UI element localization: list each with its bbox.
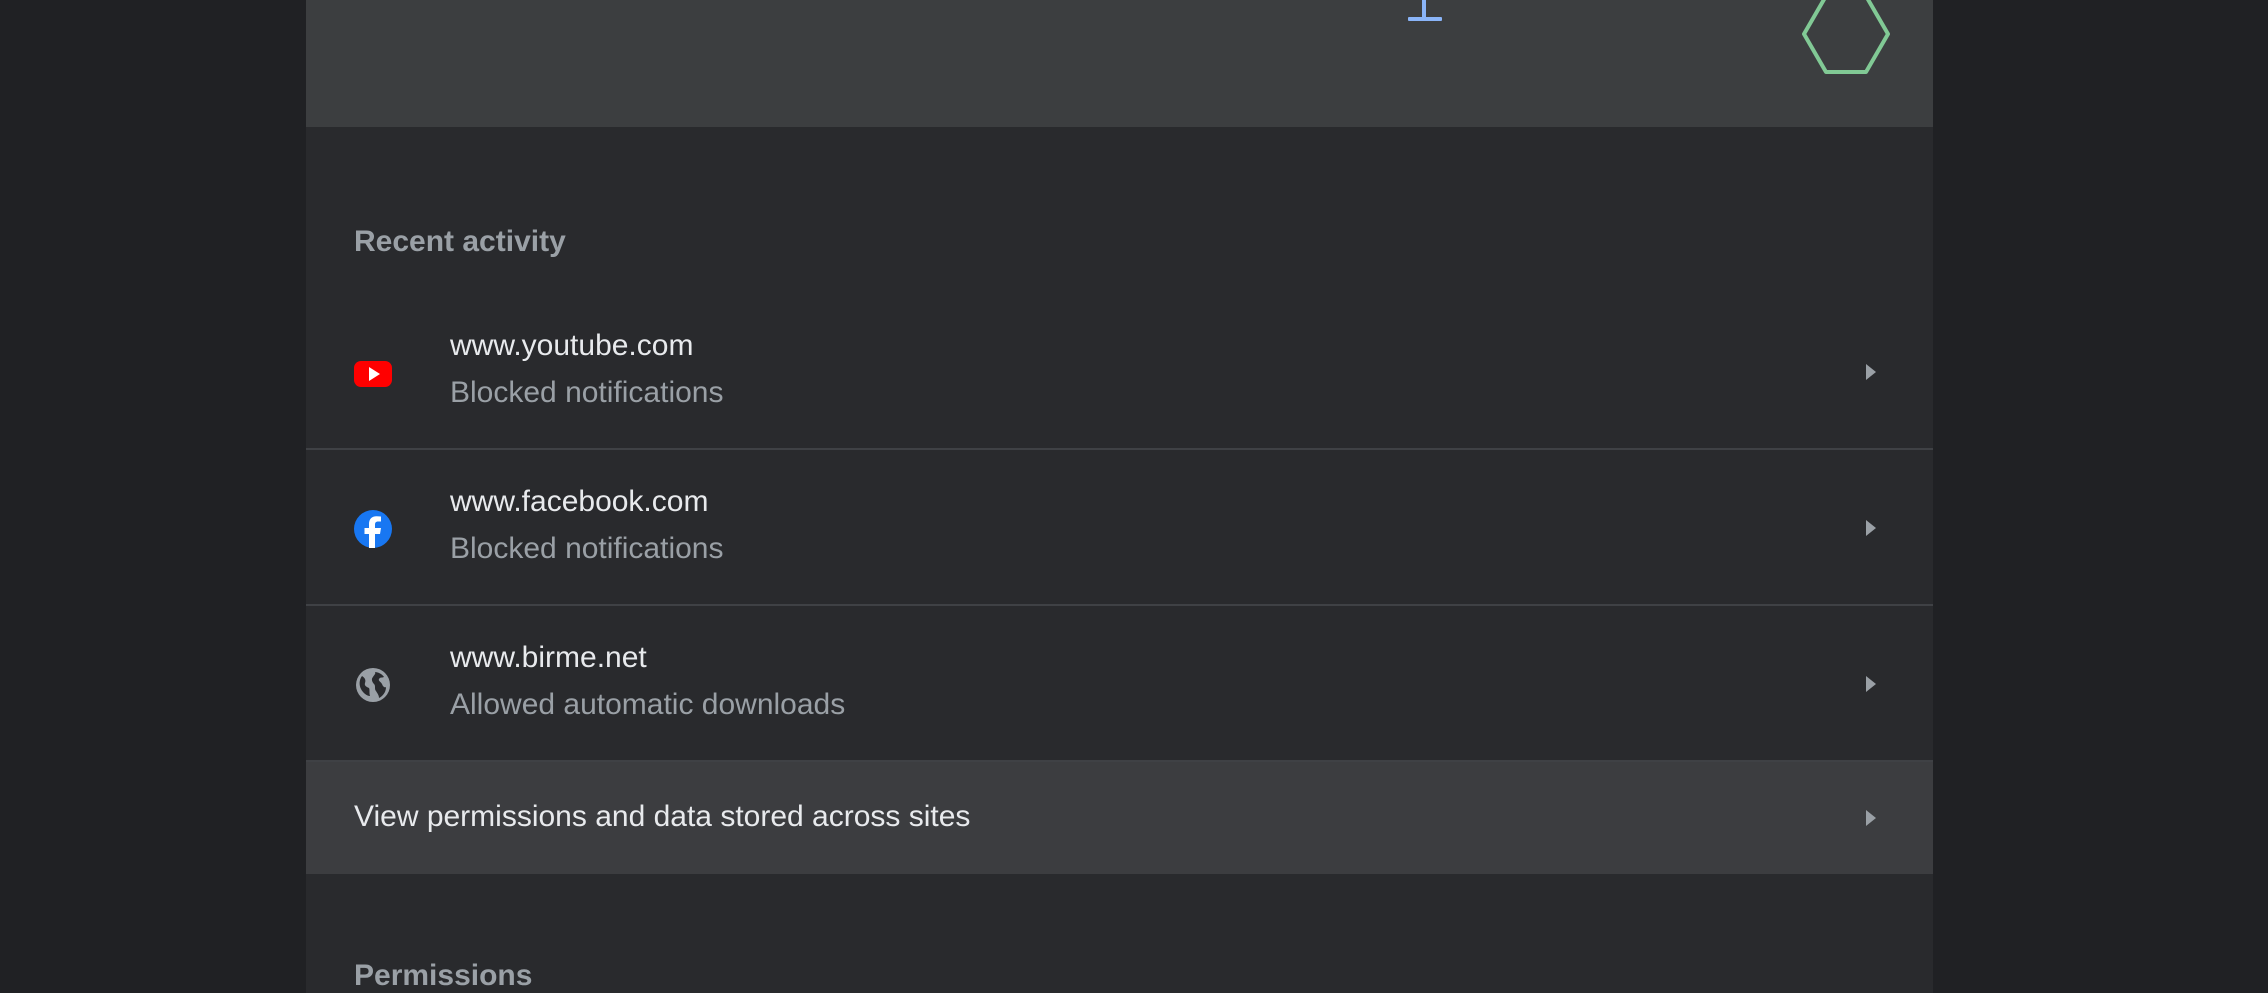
site-row-birme[interactable]: www.birme.net Allowed automatic download… [306,607,1933,762]
site-status: Blocked notifications [450,532,724,565]
chevron-right-icon [1866,520,1876,536]
permissions-title: Permissions [354,959,533,992]
chevron-right-icon [1866,676,1876,692]
globe-icon [356,668,390,702]
settings-page: Recent activity www.youtube.com Blocked … [0,0,2268,993]
site-row-facebook[interactable]: www.facebook.com Blocked notifications [306,451,1933,606]
recent-activity-title: Recent activity [354,225,566,258]
divider [306,448,1933,450]
view-permissions-button[interactable]: View permissions and data stored across … [306,762,1933,874]
divider [306,604,1933,606]
chevron-right-icon [1866,364,1876,380]
site-status: Allowed automatic downloads [450,688,846,721]
pin-illustration-icon [1408,0,1442,21]
site-row-youtube[interactable]: www.youtube.com Blocked notifications [306,295,1933,450]
illustration-banner [306,0,1933,127]
site-name: www.youtube.com [450,329,694,362]
chevron-right-icon [1866,810,1876,826]
site-status: Blocked notifications [450,376,724,409]
view-permissions-label: View permissions and data stored across … [354,800,971,833]
youtube-icon [354,361,392,387]
privacy-card: Recent activity www.youtube.com Blocked … [306,0,1933,993]
hexagon-illustration-icon [1802,0,1890,74]
site-name: www.facebook.com [450,485,709,518]
site-name: www.birme.net [450,641,647,674]
facebook-icon [354,510,392,548]
